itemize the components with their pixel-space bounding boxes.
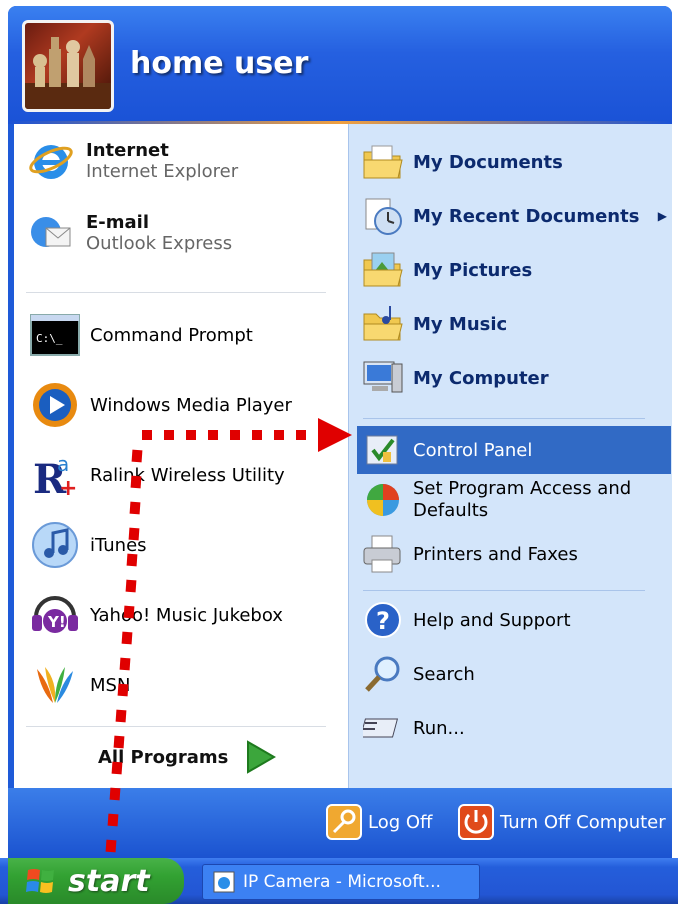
right-printers-faxes[interactable]: Printers and Faxes xyxy=(361,532,578,576)
run-icon xyxy=(361,706,405,750)
pinned-internet-subtitle: Internet Explorer xyxy=(86,161,239,182)
my-music-icon xyxy=(361,302,405,346)
key-icon xyxy=(326,804,362,840)
recent-command-prompt[interactable]: C:\_ Command Prompt xyxy=(30,310,253,360)
right-my-music[interactable]: My Music xyxy=(361,302,507,346)
right-my-recent-documents[interactable]: My Recent Documents ▶ xyxy=(361,194,667,238)
recent-ralink[interactable]: Ra + Ralink Wireless Utility xyxy=(30,450,285,500)
right-my-documents[interactable]: My Documents xyxy=(361,140,563,184)
right-search[interactable]: Search xyxy=(361,652,475,696)
internet-explorer-icon xyxy=(213,871,235,893)
left-column: Internet Internet Explorer E-mail Outloo… xyxy=(14,124,348,788)
recent-media-player[interactable]: Windows Media Player xyxy=(30,380,292,430)
recent-label: Yahoo! Music Jukebox xyxy=(90,604,283,626)
username: home user xyxy=(130,46,309,81)
start-label: start xyxy=(68,863,150,899)
log-off-button[interactable]: Log Off xyxy=(326,804,432,840)
right-set-program-access[interactable]: Set Program Access and Defaults xyxy=(361,478,643,522)
all-programs-separator xyxy=(26,726,326,727)
recent-yahoo-music[interactable]: Y! Yahoo! Music Jukebox xyxy=(30,590,283,640)
turn-off-label: Turn Off Computer xyxy=(500,811,666,833)
printers-icon xyxy=(361,532,405,576)
svg-text:+: + xyxy=(59,476,77,499)
right-item-label: Control Panel xyxy=(413,439,533,461)
recent-msn[interactable]: MSN xyxy=(30,660,130,710)
right-item-label: My Pictures xyxy=(413,259,533,281)
submenu-arrow-icon: ▶ xyxy=(657,209,667,223)
right-column: My Documents My Recent Documents ▶ My Pi… xyxy=(348,124,672,788)
my-documents-icon xyxy=(361,140,405,184)
recent-label: Windows Media Player xyxy=(90,394,292,416)
media-player-icon xyxy=(30,380,80,430)
right-my-pictures[interactable]: My Pictures xyxy=(361,248,532,292)
right-item-label: My Documents xyxy=(413,151,563,173)
right-run[interactable]: Run... xyxy=(361,706,465,750)
log-off-label: Log Off xyxy=(368,811,433,833)
annotation-arrowhead xyxy=(318,418,352,452)
recent-documents-icon xyxy=(361,194,405,238)
taskbar-ip-camera[interactable]: IP Camera - Microsoft... xyxy=(202,864,480,900)
pinned-email-subtitle: Outlook Express xyxy=(86,233,233,254)
itunes-icon xyxy=(30,520,80,570)
power-icon xyxy=(458,804,494,840)
taskbar-item-label: IP Camera - Microsoft... xyxy=(243,872,441,892)
yahoo-music-icon: Y! xyxy=(30,590,80,640)
ralink-icon: Ra + xyxy=(30,450,80,500)
start-button[interactable]: start xyxy=(8,858,184,904)
right-my-computer[interactable]: My Computer xyxy=(361,356,549,400)
outlook-express-icon xyxy=(26,208,76,258)
my-computer-icon xyxy=(361,356,405,400)
right-item-label: Search xyxy=(413,663,475,685)
search-icon xyxy=(361,652,405,696)
my-pictures-icon xyxy=(361,248,405,292)
turn-off-computer-button[interactable]: Turn Off Computer xyxy=(458,804,666,840)
right-item-label: Set Program Access and Defaults xyxy=(413,478,632,521)
program-access-icon xyxy=(361,478,405,522)
svg-text:a: a xyxy=(57,452,69,476)
svg-text:?: ? xyxy=(376,607,390,635)
pinned-internet[interactable]: Internet Internet Explorer xyxy=(26,136,238,186)
pinned-separator xyxy=(26,292,326,293)
right-help-support[interactable]: ? Help and Support xyxy=(361,598,571,642)
right-item-label: Run... xyxy=(413,717,465,739)
right-separator-2 xyxy=(363,590,645,591)
right-item-label: Help and Support xyxy=(413,609,571,631)
green-arrow-icon xyxy=(247,740,277,774)
command-prompt-icon: C:\_ xyxy=(30,310,80,360)
help-icon: ? xyxy=(361,598,405,642)
pinned-internet-title: Internet xyxy=(86,140,169,161)
right-item-label: My Recent Documents xyxy=(413,205,640,227)
right-item-label: Printers and Faxes xyxy=(413,543,578,565)
right-item-label: My Music xyxy=(413,313,508,335)
windows-logo-icon xyxy=(26,869,54,893)
right-control-panel[interactable]: Control Panel xyxy=(357,426,671,474)
control-panel-icon xyxy=(361,428,405,472)
msn-icon xyxy=(30,660,80,710)
user-avatar[interactable] xyxy=(22,20,114,112)
pinned-email[interactable]: E-mail Outlook Express xyxy=(26,208,232,258)
right-separator-1 xyxy=(363,418,645,419)
recent-label: Command Prompt xyxy=(90,324,253,346)
all-programs-button[interactable]: All Programs xyxy=(98,736,277,778)
svg-text:C:\_: C:\_ xyxy=(36,332,63,345)
right-item-label: My Computer xyxy=(413,367,549,389)
pinned-email-title: E-mail xyxy=(86,212,150,233)
svg-text:Y!: Y! xyxy=(47,613,66,631)
recent-label: Ralink Wireless Utility xyxy=(90,464,285,486)
start-menu-header: home user xyxy=(8,6,672,124)
internet-explorer-icon xyxy=(26,136,76,186)
